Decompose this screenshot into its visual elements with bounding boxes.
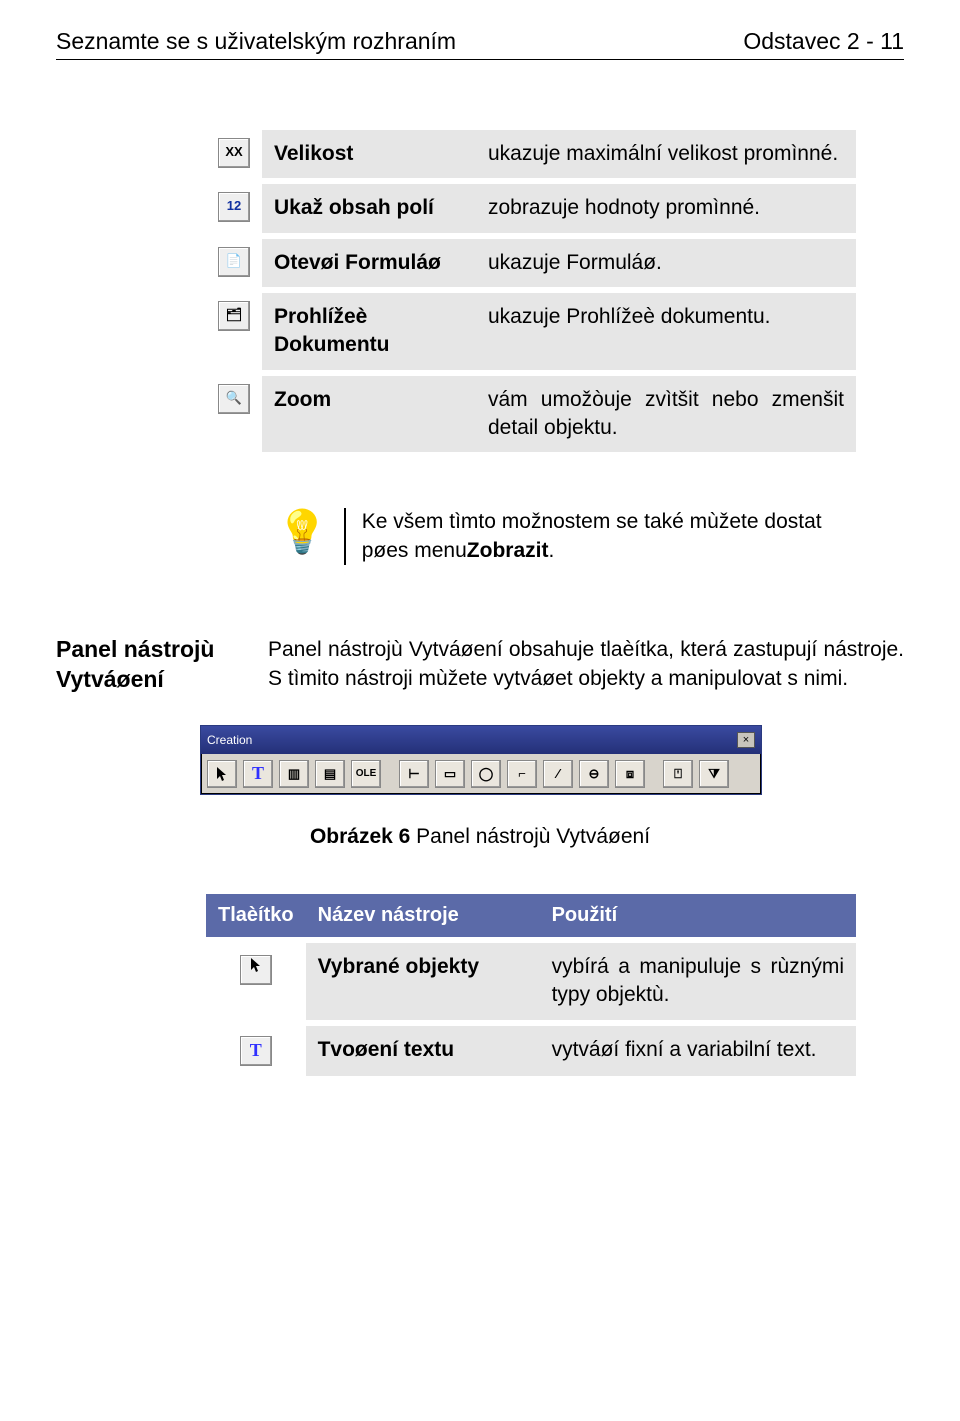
pointer-tool-button[interactable]	[207, 760, 237, 788]
tree-icon: 🗂	[218, 301, 250, 331]
tools-table: Tlaèítko Název nástroje Použití Vybrané …	[206, 894, 856, 1076]
ole-tool-button[interactable]: OLE	[351, 760, 381, 788]
section-creation-toolbar: Panel nástrojù Vytváøení Panel nástrojù …	[56, 635, 904, 695]
row-desc: vytváøí fixní a variabilní text.	[540, 1026, 856, 1076]
row-desc: ukazuje maximální velikost promìnné.	[476, 130, 856, 178]
tip-text-part: Ke všem tìmto možnostem se také mùžete d…	[362, 510, 822, 561]
circle-tool-button[interactable]: ◯	[471, 760, 501, 788]
rect-tool-button[interactable]: ▭	[435, 760, 465, 788]
divider	[344, 508, 345, 565]
row-icon-cell: 🗂	[206, 293, 262, 370]
row-icon-cell: 📄	[206, 239, 262, 287]
close-icon[interactable]: ×	[737, 732, 755, 748]
text-tool-button[interactable]: T	[243, 760, 273, 788]
table-row: 12 Ukaž obsah polí zobrazuje hodnoty pro…	[206, 184, 856, 232]
figure-caption: Obrázek 6 Panel nástrojù Vytváøení	[56, 825, 904, 849]
row-desc: zobrazuje hodnoty promìnné.	[476, 184, 856, 232]
toolbar-title-bar: Creation ×	[201, 726, 761, 754]
row-icon-cell	[206, 943, 306, 1020]
zoom-icon: 🔍	[218, 384, 250, 414]
table-row: XX Velikost ukazuje maximální velikost p…	[206, 130, 856, 178]
caption-rest: Panel nástrojù Vytváøení	[410, 825, 650, 848]
tip-text-part: .	[548, 539, 554, 562]
header-right: Odstavec 2 - 11	[743, 28, 904, 55]
number-icon: 12	[218, 192, 250, 222]
section-label: Panel nástrojù Vytváøení	[56, 635, 246, 695]
toolbar-button-row: T ▥ ▤ OLE ⊢ ▭ ◯ ⌐ ∕ ⊖ ⧈ ⍞ ⧩	[201, 754, 761, 794]
row-name: Prohlížeè Dokumentu	[262, 293, 476, 370]
row-name: Otevøi Formuláø	[262, 239, 476, 287]
line-tool-button[interactable]: ⊢	[399, 760, 429, 788]
col-name: Název nástroje	[306, 894, 540, 937]
wizard-button[interactable]: ⧩	[699, 760, 729, 788]
commands-table: XX Velikost ukazuje maximální velikost p…	[206, 130, 856, 452]
row-name: Vybrané objekty	[306, 943, 540, 1020]
pointer-icon	[240, 955, 272, 985]
table-header-row: Tlaèítko Název nástroje Použití	[206, 894, 856, 937]
row-desc: vybírá a manipuluje s rùznými typy objek…	[540, 943, 856, 1020]
row-name: Velikost	[262, 130, 476, 178]
form-icon: 📄	[218, 247, 250, 277]
col-usage: Použití	[540, 894, 856, 937]
tip-block: 💡 Ke všem tìmto možnostem se také mùžete…	[276, 508, 836, 565]
table-row: T Tvoøení textu vytváøí fixní a variabil…	[206, 1026, 856, 1076]
row-icon-cell: T	[206, 1026, 306, 1076]
row-icon-cell: 🔍	[206, 376, 262, 453]
table-row: 📄 Otevøi Formuláø ukazuje Formuláø.	[206, 239, 856, 287]
creation-toolbar-screenshot: Creation × T ▥ ▤ OLE ⊢ ▭ ◯ ⌐ ∕ ⊖ ⧈ ⍞ ⧩	[200, 725, 760, 795]
plugins-button[interactable]: ⍞	[663, 760, 693, 788]
tip-bold: Zobrazit	[467, 539, 549, 562]
header-left: Seznamte se s uživatelským rozhraním	[56, 28, 456, 55]
barcode-tool-button[interactable]: ▥	[279, 760, 309, 788]
image-tool-button[interactable]: ▤	[315, 760, 345, 788]
row-icon-cell: 12	[206, 184, 262, 232]
round-rect-tool-button[interactable]: ⊖	[579, 760, 609, 788]
section-body: Panel nástrojù Vytváøení obsahuje tlaèít…	[268, 635, 904, 695]
row-name: Ukaž obsah polí	[262, 184, 476, 232]
xx-icon: XX	[218, 138, 250, 168]
row-icon-cell: XX	[206, 130, 262, 178]
row-name: Tvoøení textu	[306, 1026, 540, 1076]
row-desc: ukazuje Prohlížeè dokumentu.	[476, 293, 856, 370]
table-row: 🔍 Zoom vám umožòuje zvìtšit nebo zmenšit…	[206, 376, 856, 453]
row-desc: ukazuje Formuláø.	[476, 239, 856, 287]
table-row: Vybrané objekty vybírá a manipuluje s rù…	[206, 943, 856, 1020]
polyline-tool-button[interactable]: ⌐	[507, 760, 537, 788]
toolbar-title-text: Creation	[207, 733, 252, 747]
shape-tool-button[interactable]: ⧈	[615, 760, 645, 788]
col-button: Tlaèítko	[206, 894, 306, 937]
row-desc: vám umožòuje zvìtšit nebo zmenšit detail…	[476, 376, 856, 453]
table-row: 🗂 Prohlížeè Dokumentu ukazuje Prohlížeè …	[206, 293, 856, 370]
tip-text: Ke všem tìmto možnostem se také mùžete d…	[362, 508, 836, 565]
page-header: Seznamte se s uživatelským rozhraním Ods…	[56, 28, 904, 60]
oblique-tool-button[interactable]: ∕	[543, 760, 573, 788]
lightbulb-icon: 💡	[276, 508, 328, 557]
caption-bold: Obrázek 6	[310, 825, 410, 848]
row-name: Zoom	[262, 376, 476, 453]
text-icon: T	[240, 1036, 272, 1066]
